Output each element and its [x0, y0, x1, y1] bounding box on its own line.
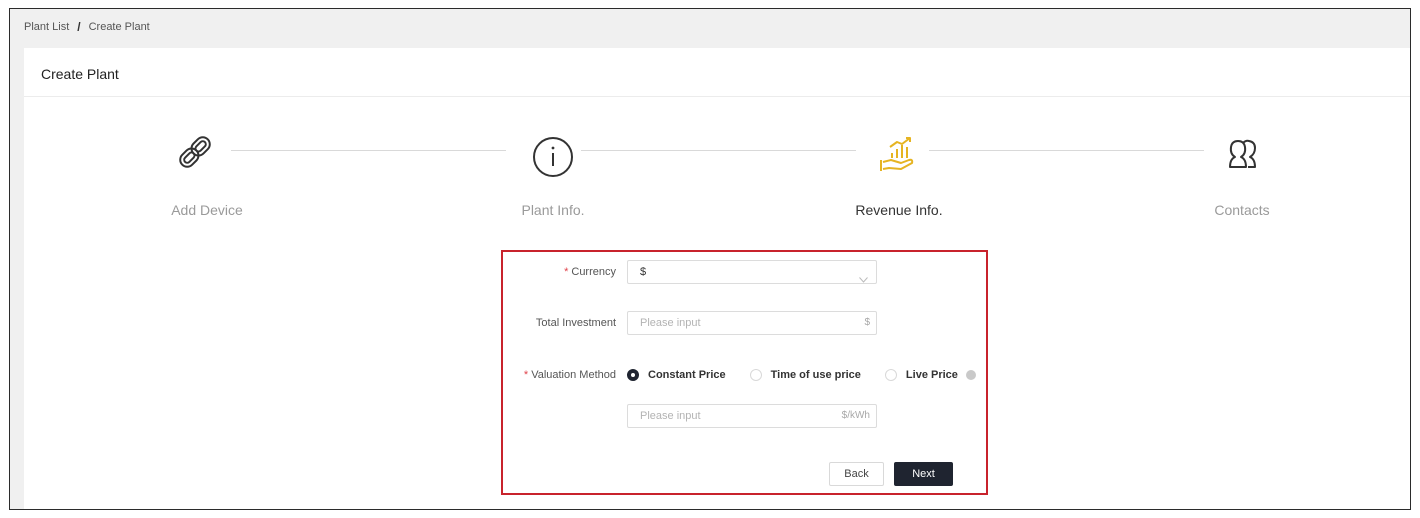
currency-value: $	[640, 266, 647, 278]
total-investment-input[interactable]	[640, 312, 820, 334]
step-connector-2	[581, 150, 856, 151]
info-circle-icon	[532, 136, 574, 183]
total-investment-row: Total Investment $	[503, 311, 986, 335]
total-investment-suffix: $	[864, 317, 870, 328]
link-icon	[175, 132, 215, 177]
currency-label: * Currency	[564, 266, 616, 278]
valuation-method-label: * Valuation Method	[523, 369, 616, 381]
breadcrumb-separator: /	[77, 20, 81, 34]
step-label-add-device: Add Device	[171, 202, 243, 218]
step-label-plant-info: Plant Info.	[521, 202, 585, 218]
radio-time-of-use-price[interactable]: Time of use price	[749, 369, 861, 381]
chevron-down-icon	[859, 269, 868, 291]
total-investment-field[interactable]: $	[627, 311, 877, 335]
radio-dot[interactable]	[749, 369, 762, 381]
contacts-icon	[1221, 136, 1263, 181]
revenue-form: *Currency $ Total Investment $	[501, 250, 988, 495]
valuation-method-row: * Valuation Method Constant Price Time of…	[503, 363, 986, 387]
help-icon[interactable]	[965, 370, 976, 380]
radio-dot[interactable]	[884, 369, 897, 381]
price-field[interactable]: $/kWh	[627, 404, 877, 428]
page-title: Create Plant	[41, 66, 119, 82]
required-mark: *	[523, 369, 529, 381]
revenue-hand-icon	[879, 136, 921, 181]
price-suffix: $/kWh	[841, 410, 870, 421]
currency-row: * Currency $	[503, 260, 986, 284]
required-mark: *	[564, 266, 569, 278]
step-connector-3	[929, 150, 1204, 151]
step-label-revenue-info: Revenue Info.	[855, 202, 943, 218]
radio-constant-price[interactable]: Constant Price	[627, 369, 726, 381]
price-row: $/kWh	[503, 404, 986, 428]
app-frame: Plant List / Create Plant Create Plant A…	[9, 8, 1411, 510]
back-button[interactable]: Back	[829, 462, 884, 486]
total-investment-label: Total Investment	[535, 317, 616, 329]
currency-select[interactable]: $	[627, 260, 877, 284]
form-actions: Back Next	[503, 462, 986, 486]
radio-live-price[interactable]: Live Price	[884, 369, 958, 381]
breadcrumb-current: Create Plant	[88, 21, 150, 33]
step-label-contacts: Contacts	[1214, 202, 1270, 218]
create-plant-card: Create Plant Add Device Plant Info. Reve…	[24, 48, 1410, 509]
breadcrumb: Plant List / Create Plant	[24, 20, 150, 34]
radio-dot[interactable]	[627, 369, 639, 381]
card-divider	[24, 96, 1410, 97]
valuation-method-radio-group: Constant Price Time of use price Live Pr…	[627, 363, 976, 387]
price-input[interactable]	[640, 405, 820, 427]
next-button[interactable]: Next	[894, 462, 953, 486]
step-connector-1	[231, 150, 506, 151]
breadcrumb-plant-list[interactable]: Plant List	[24, 21, 69, 33]
